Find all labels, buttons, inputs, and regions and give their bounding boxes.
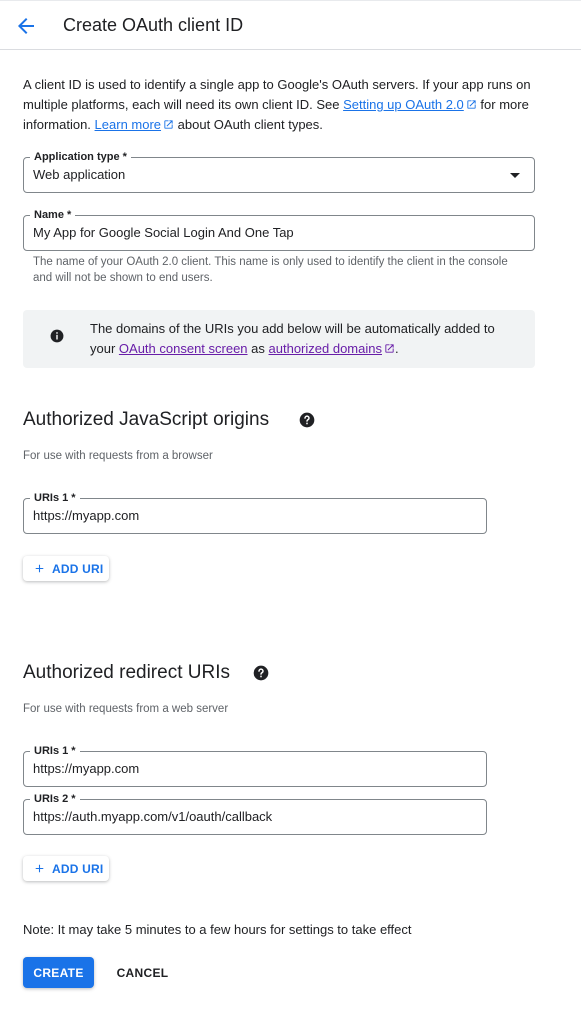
add-redirect-uri-button[interactable]: ADD URI xyxy=(23,856,109,881)
redirect-uris-subtitle: For use with requests from a web server xyxy=(23,703,229,715)
js-origins-heading: Authorized JavaScript origins xyxy=(23,409,270,430)
redirect-uri-1-field[interactable]: URIs 1 * https://myapp.com xyxy=(23,744,487,787)
js-origins-subtitle: For use with requests from a browser xyxy=(23,450,213,462)
settings-note: Note: It may take 5 minutes to a few hou… xyxy=(23,922,412,937)
name-hint: The name of your OAuth 2.0 client. This … xyxy=(33,256,508,284)
redirect-uri-2-label: URIs 2 * xyxy=(30,792,80,806)
learn-more-link[interactable]: Learn more xyxy=(95,117,161,132)
cancel-button[interactable]: CANCEL xyxy=(107,957,178,988)
application-type-label: Application type * xyxy=(30,150,131,164)
info-text: The domains of the URIs you add below wi… xyxy=(90,319,520,359)
add-uri-label: ADD URI xyxy=(52,862,104,876)
name-value: My App for Google Social Login And One T… xyxy=(33,225,294,240)
info-icon xyxy=(50,329,64,343)
back-button[interactable] xyxy=(14,14,38,38)
page-title: Create OAuth client ID xyxy=(63,15,244,35)
redirect-uri-1-value: https://myapp.com xyxy=(33,761,140,776)
application-type-value: Web application xyxy=(33,167,126,182)
intro-text-part: about OAuth client types. xyxy=(174,117,323,132)
add-uri-label: ADD URI xyxy=(52,562,104,576)
open-in-new-icon xyxy=(385,344,394,353)
plus-icon xyxy=(35,564,44,573)
add-js-origin-uri-button[interactable]: ADD URI xyxy=(23,556,109,581)
create-label: CREATE xyxy=(33,966,84,980)
redirect-uri-1-label: URIs 1 * xyxy=(30,744,80,758)
oauth-consent-screen-link[interactable]: OAuth consent screen xyxy=(119,341,248,356)
name-field[interactable]: Name * My App for Google Social Login An… xyxy=(23,208,535,251)
caret-down-icon xyxy=(510,173,520,178)
arrow-back-icon xyxy=(18,18,34,34)
js-origin-uri-1-field[interactable]: URIs 1 * https://myapp.com xyxy=(23,491,487,534)
top-bar: Create OAuth client ID xyxy=(0,0,581,50)
redirect-uri-2-value: https://auth.myapp.com/v1/oauth/callback xyxy=(33,809,273,824)
info-text-part: as xyxy=(247,341,269,356)
info-banner: The domains of the URIs you add below wi… xyxy=(23,310,535,368)
intro-text: A client ID is used to identify a single… xyxy=(23,75,533,135)
open-in-new-icon xyxy=(467,100,476,109)
authorized-domains-link[interactable]: authorized domains xyxy=(269,341,382,356)
name-label: Name * xyxy=(30,208,76,222)
cancel-label: CANCEL xyxy=(116,966,169,980)
help-icon[interactable] xyxy=(253,665,269,681)
open-in-new-icon xyxy=(164,120,173,129)
js-origin-uri-1-label: URIs 1 * xyxy=(30,491,80,505)
application-type-select[interactable]: Application type * Web application xyxy=(23,150,535,193)
create-button[interactable]: CREATE xyxy=(23,957,94,988)
plus-icon xyxy=(35,864,44,873)
setting-up-oauth-link[interactable]: Setting up OAuth 2.0 xyxy=(343,97,464,112)
js-origin-uri-1-value: https://myapp.com xyxy=(33,508,140,523)
help-icon[interactable] xyxy=(299,412,315,428)
redirect-uris-heading: Authorized redirect URIs xyxy=(23,662,230,683)
info-text-part: . xyxy=(394,341,399,356)
redirect-uri-2-field[interactable]: URIs 2 * https://auth.myapp.com/v1/oauth… xyxy=(23,792,487,835)
